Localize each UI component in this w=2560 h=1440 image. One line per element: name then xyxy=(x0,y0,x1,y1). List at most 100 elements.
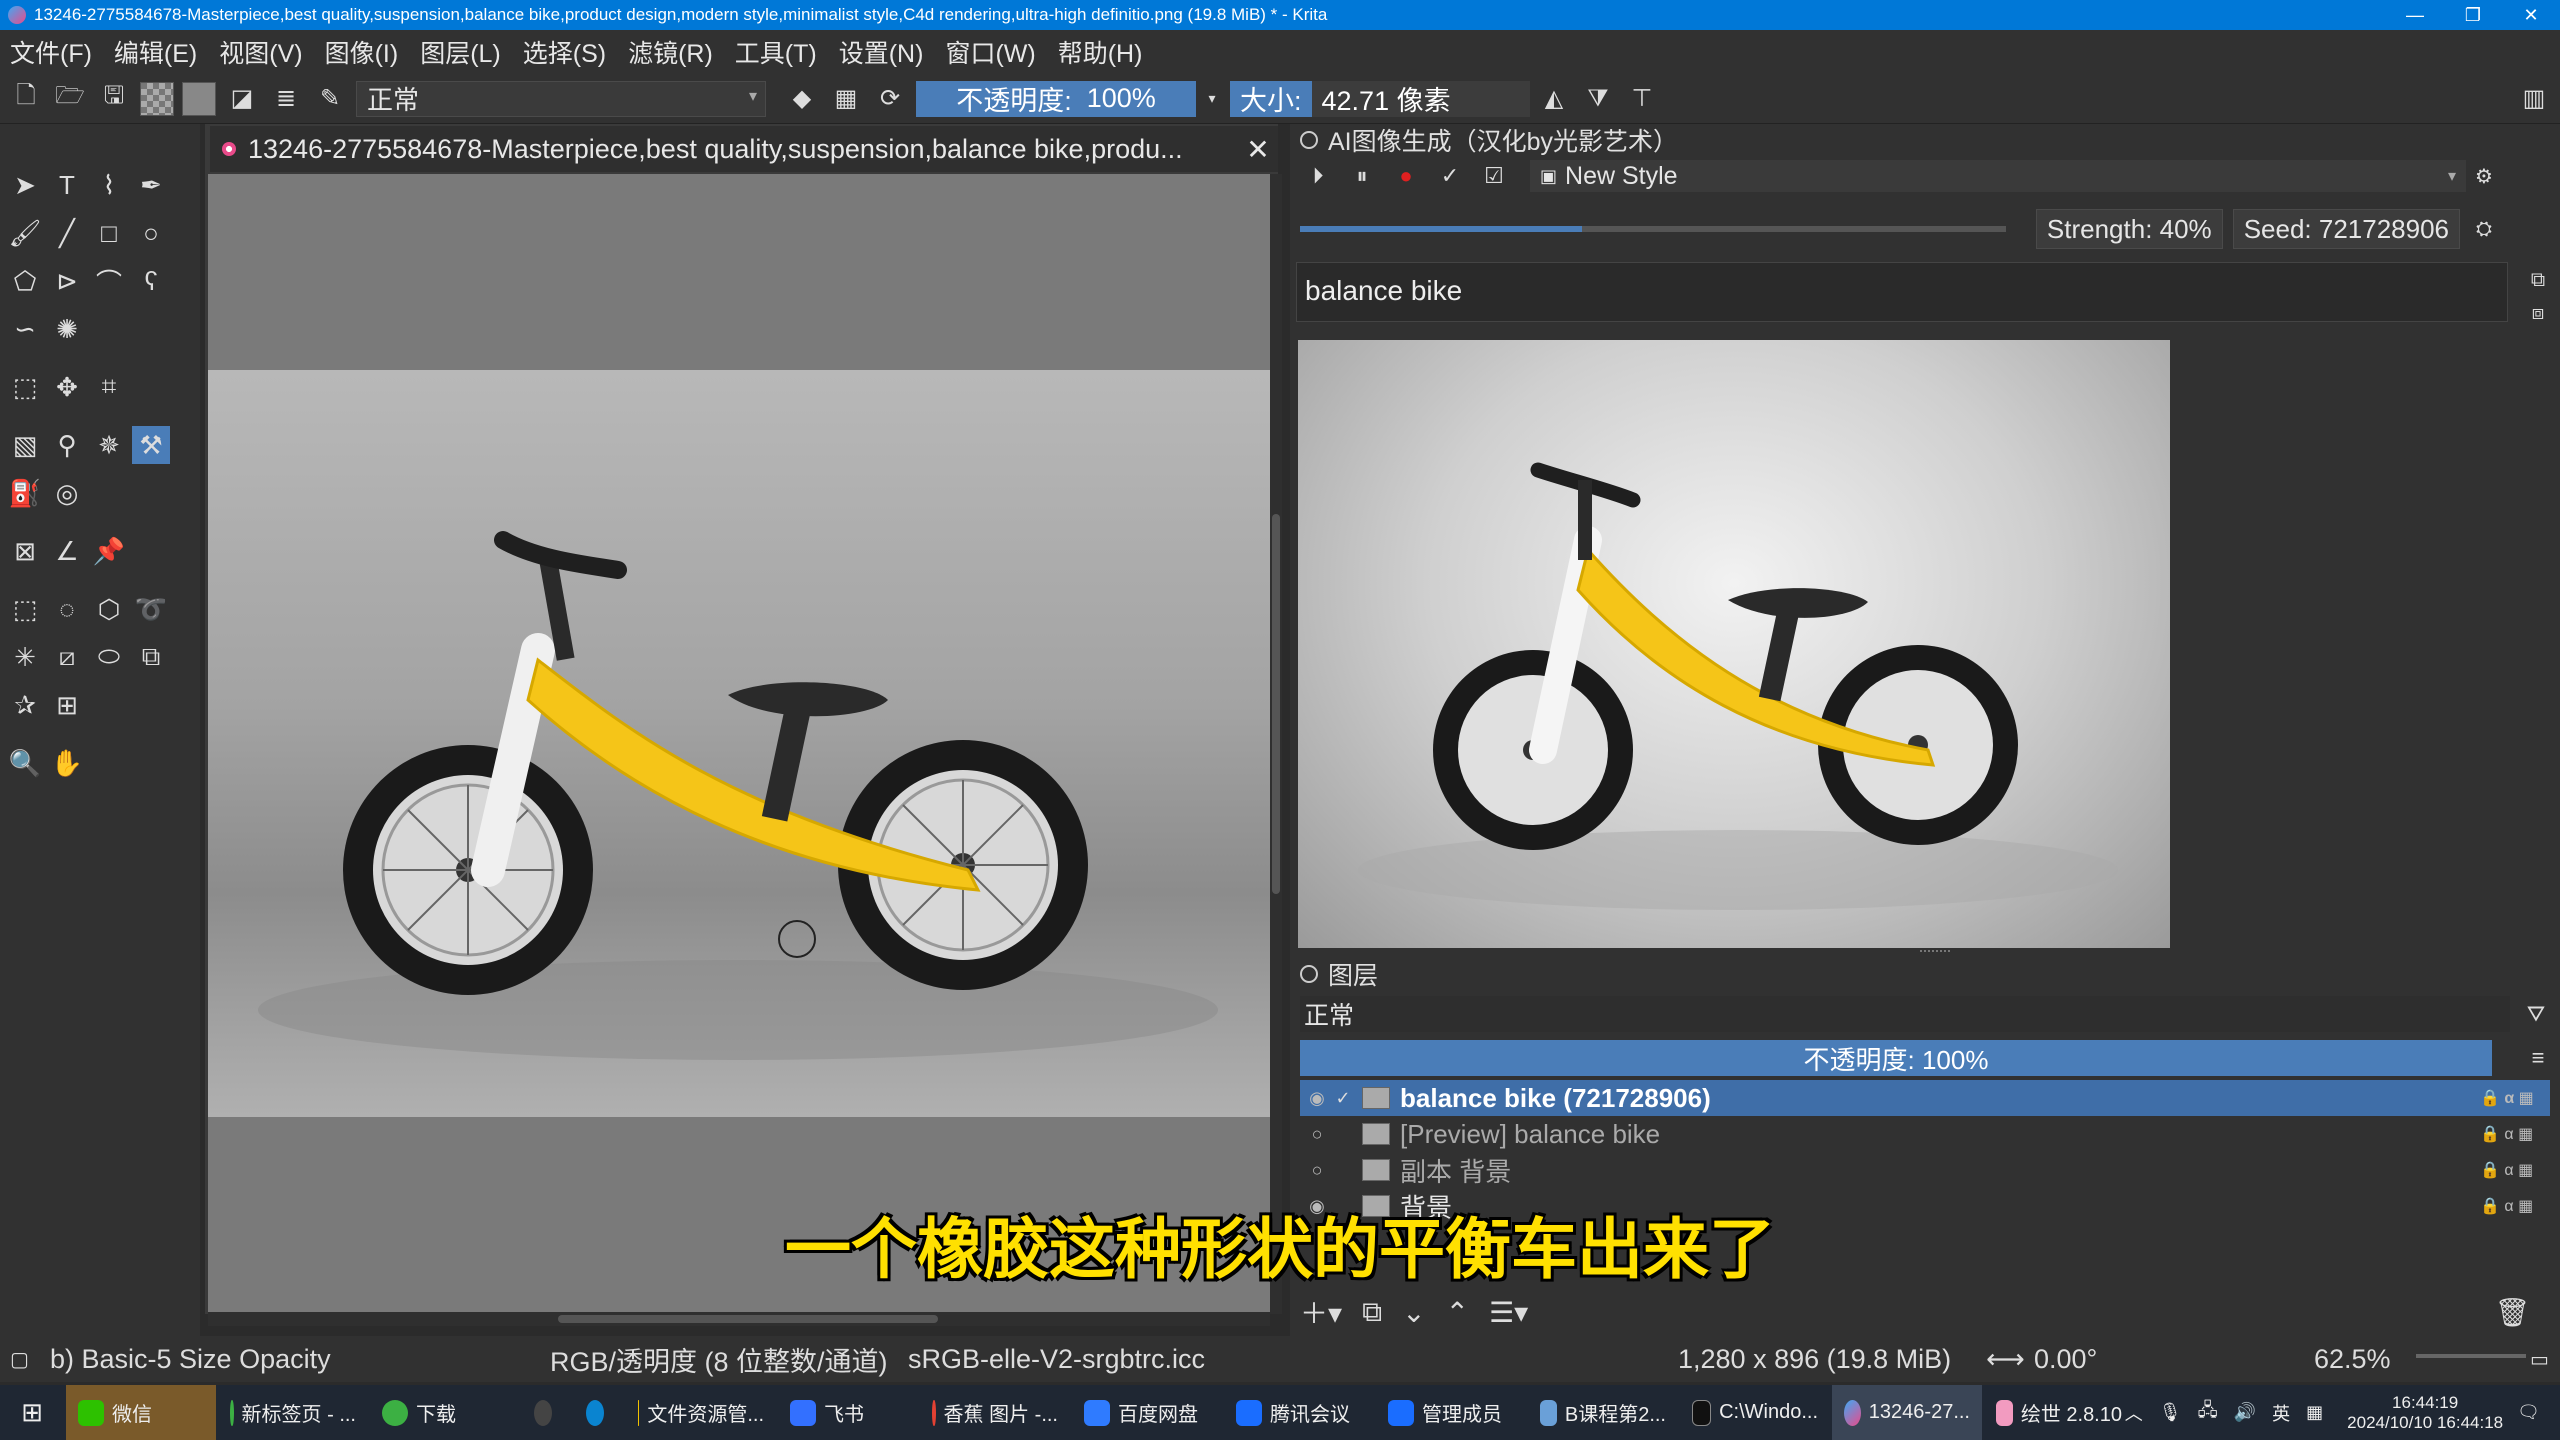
assistant-tool-icon[interactable]: ⚒ xyxy=(132,426,170,464)
ellipse-tool-icon[interactable]: ○ xyxy=(132,214,170,252)
mirror-vertical-icon[interactable]: ⧩ xyxy=(1580,81,1616,117)
taskbar-item[interactable]: 新标签页 - ... xyxy=(218,1385,368,1440)
bezier-tool-icon[interactable]: ⌒ xyxy=(90,262,128,300)
canvas-vertical-scrollbar[interactable] xyxy=(1270,174,1282,1314)
move-up-icon[interactable]: ⌃ xyxy=(1446,1296,1469,1329)
magnetic-select-icon[interactable]: ⧉ xyxy=(132,638,170,676)
menu-settings[interactable]: 设置(N) xyxy=(839,34,924,70)
network-icon[interactable]: 🖧 xyxy=(2198,1398,2218,1428)
layer-menu-icon[interactable]: ≡ xyxy=(2520,1040,2556,1076)
eraser-icon[interactable]: ◆ xyxy=(784,81,820,117)
ai-result-preview[interactable] xyxy=(1298,340,2170,948)
move-down-icon[interactable]: ⌄ xyxy=(1402,1296,1425,1329)
opacity-slider[interactable]: 不透明度: 100% xyxy=(916,80,1196,117)
reload-preset-icon[interactable]: ⟳ xyxy=(872,81,908,117)
gradient-swatch[interactable] xyxy=(182,81,216,116)
assistant-icon[interactable]: ⊠ xyxy=(6,532,44,570)
notification-icon[interactable]: 🗨 xyxy=(2517,1402,2540,1423)
taskbar-item[interactable]: C:\Windo... xyxy=(1680,1385,1830,1440)
calligraphy-icon[interactable]: ✒ xyxy=(132,166,170,204)
eye-icon[interactable]: ◉ xyxy=(1304,1088,1330,1109)
transform-tool-icon[interactable]: ⬚ xyxy=(6,368,44,406)
close-document-icon[interactable]: ✕ xyxy=(1238,133,1278,166)
taskbar-item[interactable] xyxy=(522,1385,572,1440)
strength-spinbox[interactable]: Strength: 40% xyxy=(2035,209,2223,249)
prompt-input[interactable]: balance bike xyxy=(1296,262,2508,322)
layer-row[interactable]: ○ [Preview] balance bike 🔒 α ▦ xyxy=(1300,1116,2550,1152)
taskbar-item[interactable]: 管理成员 xyxy=(1376,1385,1526,1440)
grid-select-icon[interactable]: ⊞ xyxy=(48,686,86,724)
rotation-icon[interactable]: ⟷ xyxy=(1986,1344,2025,1375)
menu-filter[interactable]: 滤镜(R) xyxy=(628,34,713,70)
horizontal-scroll-thumb[interactable] xyxy=(558,1315,938,1323)
filter-funnel-icon[interactable]: ⛛ xyxy=(2518,996,2554,1032)
wrap-around-icon[interactable]: ⊤ xyxy=(1624,81,1660,117)
taskbar-item[interactable]: 百度网盘 xyxy=(1072,1385,1222,1440)
canvas-only-icon[interactable]: ▭ xyxy=(2530,1347,2549,1372)
polygon-select-icon[interactable]: ⬡ xyxy=(90,590,128,628)
enclose-fill-icon[interactable]: ◎ xyxy=(48,474,86,512)
menu-edit[interactable]: 编辑(E) xyxy=(114,34,197,70)
eye-icon[interactable]: ○ xyxy=(1304,1124,1330,1145)
random-seed-icon[interactable]: ⛭ xyxy=(2466,211,2502,247)
add-layer-icon[interactable]: ＋▾ xyxy=(1300,1292,1342,1332)
lock-icon[interactable]: 🔒 α ▦ xyxy=(2480,1196,2550,1216)
freehand-select-icon[interactable]: ➰ xyxy=(132,590,170,628)
smart-patch-icon[interactable]: ✵ xyxy=(90,426,128,464)
text-tool-icon[interactable]: T xyxy=(48,166,86,204)
measure-tool-icon[interactable]: ∠ xyxy=(48,532,86,570)
zoom-level[interactable]: 62.5% xyxy=(2314,1344,2391,1375)
strength-slider[interactable] xyxy=(1300,226,2006,232)
menu-file[interactable]: 文件(F) xyxy=(10,34,92,70)
apply-all-icon[interactable]: ☑ xyxy=(1476,158,1512,194)
brush-tool-icon[interactable]: 🖌 xyxy=(6,214,44,252)
close-window-button[interactable]: ✕ xyxy=(2502,5,2560,26)
new-document-icon[interactable]: 🗋 xyxy=(8,81,44,117)
taskbar-item[interactable]: 绘世 2.8.10 xyxy=(1984,1385,2134,1440)
windows-start-icon[interactable]: ⊞ xyxy=(0,1385,64,1440)
ellipse-select-icon[interactable]: ◌ xyxy=(48,590,86,628)
taskbar-item-krita[interactable]: 13246-27... xyxy=(1832,1385,1982,1440)
rect-select-icon[interactable]: ⬚ xyxy=(6,590,44,628)
crop-tool-icon[interactable]: ⌗ xyxy=(90,368,128,406)
similar-select-icon[interactable]: ⧄ xyxy=(48,638,86,676)
generate-play-icon[interactable]: ⏵ xyxy=(1300,158,1336,194)
color-select-icon[interactable]: ✰ xyxy=(6,686,44,724)
checkbox-icon[interactable]: ✓ xyxy=(1330,1088,1356,1109)
color-picker-icon[interactable]: ⚲ xyxy=(48,426,86,464)
canvas-horizontal-scrollbar[interactable] xyxy=(208,1312,1270,1326)
polygon-tool-icon[interactable]: ⬠ xyxy=(6,262,44,300)
dock-float-icon[interactable] xyxy=(1300,131,1318,149)
multibrush-icon[interactable]: ✺ xyxy=(48,310,86,348)
taskbar-item[interactable]: 香蕉 图片 -... xyxy=(920,1385,1070,1440)
mirror-horizontal-icon[interactable]: ◭ xyxy=(1536,81,1572,117)
brush-preset-icon[interactable]: ▢ xyxy=(10,1347,29,1372)
zoom-slider[interactable] xyxy=(2416,1354,2526,1358)
layer-opacity-slider[interactable]: 不透明度: 100% xyxy=(1300,1040,2492,1076)
menu-image[interactable]: 图像(I) xyxy=(325,34,399,70)
menu-view[interactable]: 视图(V) xyxy=(219,34,302,70)
taskbar-item[interactable]: B课程第2... xyxy=(1528,1385,1678,1440)
fg-bg-color-icon[interactable]: ◪ xyxy=(224,81,260,117)
freehand-path-icon[interactable]: ʕ xyxy=(132,262,170,300)
line-tool-icon[interactable]: ╱ xyxy=(48,214,86,252)
dynamic-brush-icon[interactable]: ∽ xyxy=(6,310,44,348)
taskbar-item[interactable]: 腾讯会议 xyxy=(1224,1385,1374,1440)
apply-check-icon[interactable]: ✓ xyxy=(1432,158,1468,194)
record-icon[interactable]: ● xyxy=(1388,158,1424,194)
splitter-handle[interactable] xyxy=(1920,950,1950,956)
ime-indicator[interactable]: 英 xyxy=(2272,1400,2290,1426)
brush-size-slider[interactable]: 大小: 42.71 像素 xyxy=(1230,80,1530,117)
lock-icon[interactable]: 🔒 α ▦ xyxy=(2480,1124,2550,1144)
rectangle-tool-icon[interactable]: □ xyxy=(90,214,128,252)
taskbar-item[interactable]: 飞书 xyxy=(778,1385,918,1440)
vertical-scroll-thumb[interactable] xyxy=(1272,514,1280,894)
document-tab[interactable]: 13246-2775584678-Masterpiece,best qualit… xyxy=(210,126,1278,172)
pause-icon[interactable]: ⏸ xyxy=(1344,158,1380,194)
style-select[interactable]: ▣ New Style xyxy=(1530,160,2466,192)
layer-region-icon[interactable]: ⧈ xyxy=(2520,295,2556,331)
taskbar-item[interactable]: 文件资源管... xyxy=(626,1385,776,1440)
pan-tool-icon[interactable]: ✋ xyxy=(48,744,86,782)
menu-tools[interactable]: 工具(T) xyxy=(735,34,817,70)
layer-properties-icon[interactable]: ☰▾ xyxy=(1489,1296,1528,1329)
